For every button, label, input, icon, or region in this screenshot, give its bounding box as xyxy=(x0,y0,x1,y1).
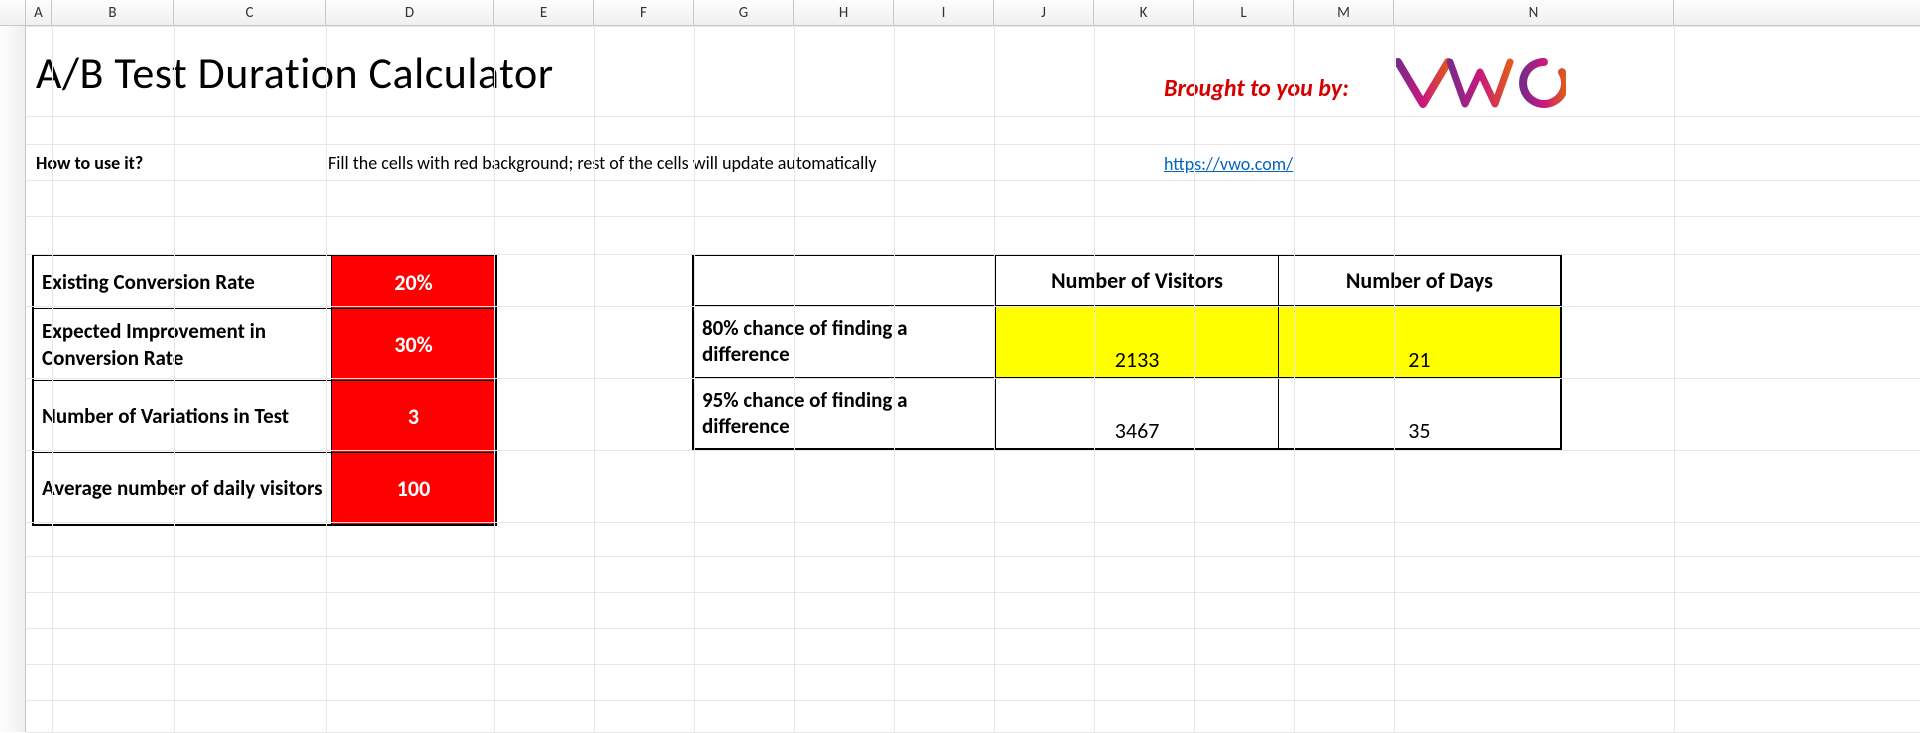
input-label-existing-cr: Existing Conversion Rate xyxy=(34,256,332,308)
results-row-95-visitors: 3467 xyxy=(996,377,1279,449)
input-value-expected-improvement[interactable]: 30% xyxy=(332,309,495,380)
results-row-95-desc: 95% chance of finding a difference xyxy=(693,377,996,449)
col-head-H[interactable]: H xyxy=(794,0,894,25)
input-label-expected-improvement: Expected Improvement in Conversion Rate xyxy=(34,309,332,380)
page-title: A/B Test Duration Calculator xyxy=(36,46,554,100)
col-head-C[interactable]: C xyxy=(174,0,326,25)
col-head-K[interactable]: K xyxy=(1094,0,1194,25)
col-head-G[interactable]: G xyxy=(694,0,794,25)
column-headers: ABCDEFGHIJKLMN xyxy=(0,0,1920,26)
results-row-95-days: 35 xyxy=(1278,377,1561,449)
vwo-link[interactable]: https://vwo.com/ xyxy=(1164,152,1293,176)
corner-cell xyxy=(0,0,26,25)
results-table: Number of Visitors Number of Days 80% ch… xyxy=(692,254,1562,450)
results-row-80-days: 21 xyxy=(1278,305,1561,377)
input-label-daily-visitors: Average number of daily visitors xyxy=(34,453,332,524)
col-head-M[interactable]: M xyxy=(1294,0,1394,25)
input-label-variations: Number of Variations in Test xyxy=(34,381,332,452)
input-table: Existing Conversion Rate 20% Expected Im… xyxy=(32,254,497,526)
input-value-existing-cr[interactable]: 20% xyxy=(332,256,495,308)
vwo-link-anchor[interactable]: https://vwo.com/ xyxy=(1164,153,1293,175)
row-headers xyxy=(0,26,26,732)
input-value-daily-visitors[interactable]: 100 xyxy=(332,453,495,524)
col-head-I[interactable]: I xyxy=(894,0,994,25)
results-head-blank xyxy=(693,255,996,305)
col-head-A[interactable]: A xyxy=(26,0,52,25)
col-head-E[interactable]: E xyxy=(494,0,594,25)
results-head-visitors: Number of Visitors xyxy=(996,255,1279,305)
col-head-N[interactable]: N xyxy=(1394,0,1674,25)
col-head-B[interactable]: B xyxy=(52,0,174,25)
results-row-80-desc: 80% chance of finding a difference xyxy=(693,305,996,377)
results-head-days: Number of Days xyxy=(1278,255,1561,305)
col-head-F[interactable]: F xyxy=(594,0,694,25)
cell-area[interactable]: A/B Test Duration Calculator Brought to … xyxy=(26,26,1920,732)
col-head-J[interactable]: J xyxy=(994,0,1094,25)
col-head-L[interactable]: L xyxy=(1194,0,1294,25)
brought-by-label: Brought to you by: xyxy=(1164,74,1349,103)
input-value-variations[interactable]: 3 xyxy=(332,381,495,452)
spreadsheet: ABCDEFGHIJKLMN A/B Test Duration Calcula… xyxy=(0,0,1920,732)
col-head-D[interactable]: D xyxy=(326,0,494,25)
results-row-80-visitors: 2133 xyxy=(996,305,1279,377)
vwo-logo xyxy=(1396,58,1566,108)
